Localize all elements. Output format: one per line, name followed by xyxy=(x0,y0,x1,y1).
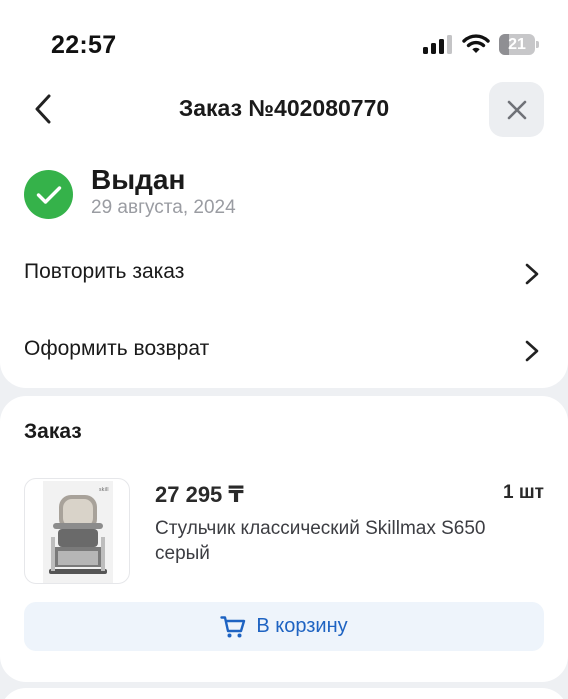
page-title: Заказ №402080770 xyxy=(178,95,390,121)
order-items-card: Заказ skill 27 295 ₸ 1 шт Стульчик класс… xyxy=(0,396,568,682)
product-price: 27 295 ₸ xyxy=(155,482,244,507)
product-name[interactable]: Стульчик классический Skillmax S650 серы… xyxy=(155,516,545,566)
return-order-label: Оформить возврат xyxy=(24,337,210,360)
wifi-icon xyxy=(462,34,490,53)
repeat-order-label: Повторить заказ xyxy=(24,260,185,283)
battery-icon: 21 xyxy=(499,34,539,55)
order-status-title: Выдан xyxy=(91,164,186,195)
delivered-status-icon xyxy=(24,170,73,219)
section-title: Заказ xyxy=(24,420,82,443)
svg-text:skill: skill xyxy=(99,487,109,493)
order-header-card: 22:57 21 Заказ №402080770 Выдан 29 авгус… xyxy=(0,0,568,388)
high-chair-image: skill xyxy=(43,481,113,583)
add-to-cart-button[interactable]: В корзину xyxy=(24,602,544,651)
next-card xyxy=(0,688,568,699)
order-status-date: 29 августа, 2024 xyxy=(91,197,236,218)
chevron-right-icon xyxy=(525,340,539,362)
close-button[interactable] xyxy=(489,82,544,137)
add-to-cart-label: В корзину xyxy=(256,615,348,637)
chevron-right-icon xyxy=(525,263,539,285)
close-icon xyxy=(507,100,526,119)
status-bar: 22:57 21 xyxy=(0,0,568,70)
cart-icon xyxy=(220,615,246,637)
status-time: 22:57 xyxy=(51,31,117,59)
repeat-order-row[interactable]: Повторить заказ xyxy=(0,245,568,301)
product-quantity: 1 шт xyxy=(503,482,544,503)
signal-icon xyxy=(423,35,453,54)
return-order-row[interactable]: Оформить возврат xyxy=(0,322,568,378)
back-button[interactable] xyxy=(26,90,60,128)
product-image[interactable]: skill xyxy=(24,478,130,584)
battery-level: 21 xyxy=(508,36,526,53)
check-icon xyxy=(36,185,61,204)
back-arrow-icon xyxy=(35,94,51,124)
